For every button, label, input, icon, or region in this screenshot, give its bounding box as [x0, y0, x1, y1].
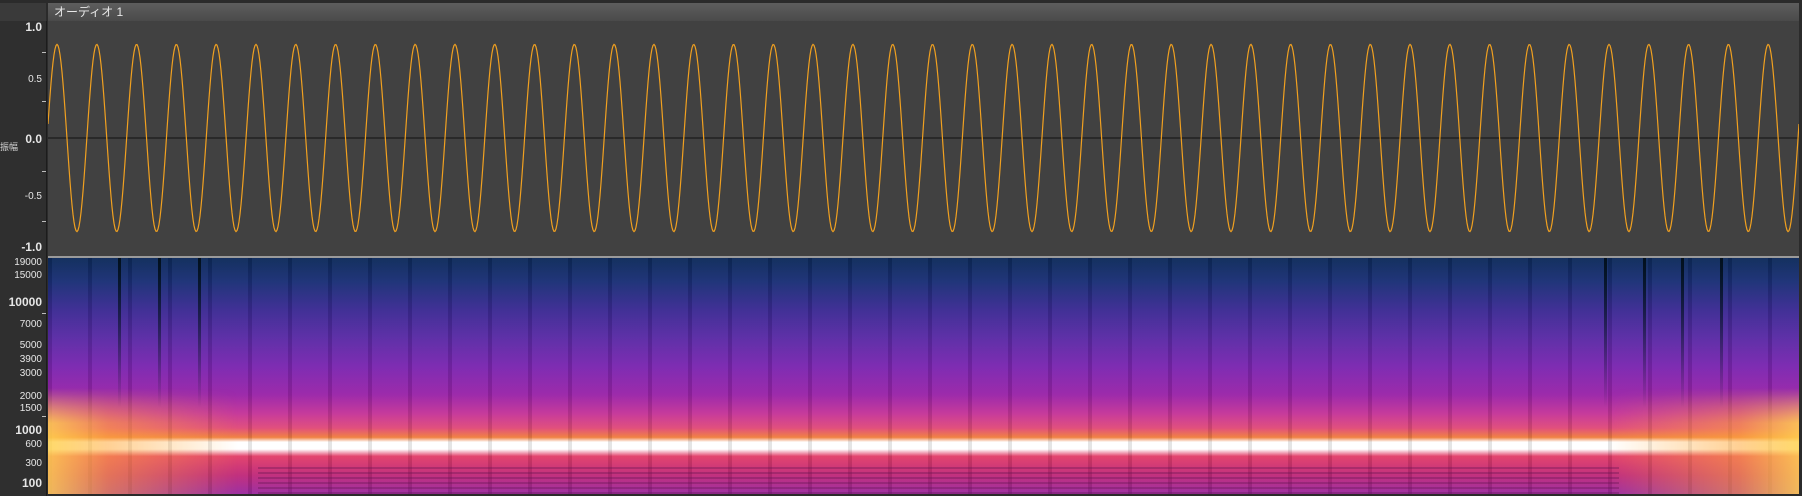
spectrogram-transient: [1720, 258, 1723, 408]
frequency-tick: 7000: [19, 319, 42, 330]
amplitude-tick: 0.5: [28, 74, 42, 85]
frequency-tick: 600: [25, 439, 42, 450]
spectrogram-transient: [158, 258, 161, 408]
waveform-plot: [48, 43, 1799, 233]
frequency-tick: 300: [25, 458, 42, 469]
frequency-ruler[interactable]: 19000 15000 10000 7000 5000 3900 3000 20…: [0, 256, 47, 496]
audio-editor: オーディオ 1 1.0 0.5 0.0 -0.5 -1.0 振幅 19000 1…: [0, 0, 1802, 496]
amplitude-axis-label: 振幅: [0, 142, 19, 152]
amplitude-tick: 0.0: [25, 132, 42, 146]
spectrogram-view[interactable]: [48, 258, 1799, 494]
spectrogram-transient: [198, 258, 201, 408]
spectrogram-offset-glow: [48, 258, 1799, 494]
spectrogram-transient: [1643, 258, 1646, 408]
frequency-tick: 3000: [19, 368, 42, 379]
frequency-tick: 10000: [8, 295, 42, 309]
frequency-tick: 1500: [19, 403, 42, 414]
waveform-view[interactable]: [48, 21, 1799, 258]
frequency-tick: 2000: [19, 391, 42, 402]
spectrogram-transient: [118, 258, 121, 408]
frequency-tick: 3900: [19, 354, 42, 365]
amplitude-tick: 1.0: [25, 20, 42, 34]
track-control-corner: [0, 3, 46, 21]
frequency-tick: 1000: [15, 423, 42, 437]
frequency-tick: 5000: [19, 340, 42, 351]
amplitude-ruler[interactable]: 1.0 0.5 0.0 -0.5 -1.0: [0, 21, 47, 256]
frequency-tick: 19000: [14, 257, 42, 268]
spectrogram-transient: [1681, 258, 1684, 408]
spectrogram-harmonic-bands: [258, 464, 1619, 494]
frequency-tick: 100: [21, 476, 42, 490]
amplitude-tick: -1.0: [21, 240, 42, 254]
amplitude-tick: -0.5: [24, 191, 42, 202]
frequency-tick: 15000: [14, 270, 42, 281]
track-title-bar[interactable]: オーディオ 1: [48, 3, 1799, 22]
spectrogram-transient: [1604, 258, 1607, 408]
track-name[interactable]: オーディオ 1: [54, 5, 123, 19]
